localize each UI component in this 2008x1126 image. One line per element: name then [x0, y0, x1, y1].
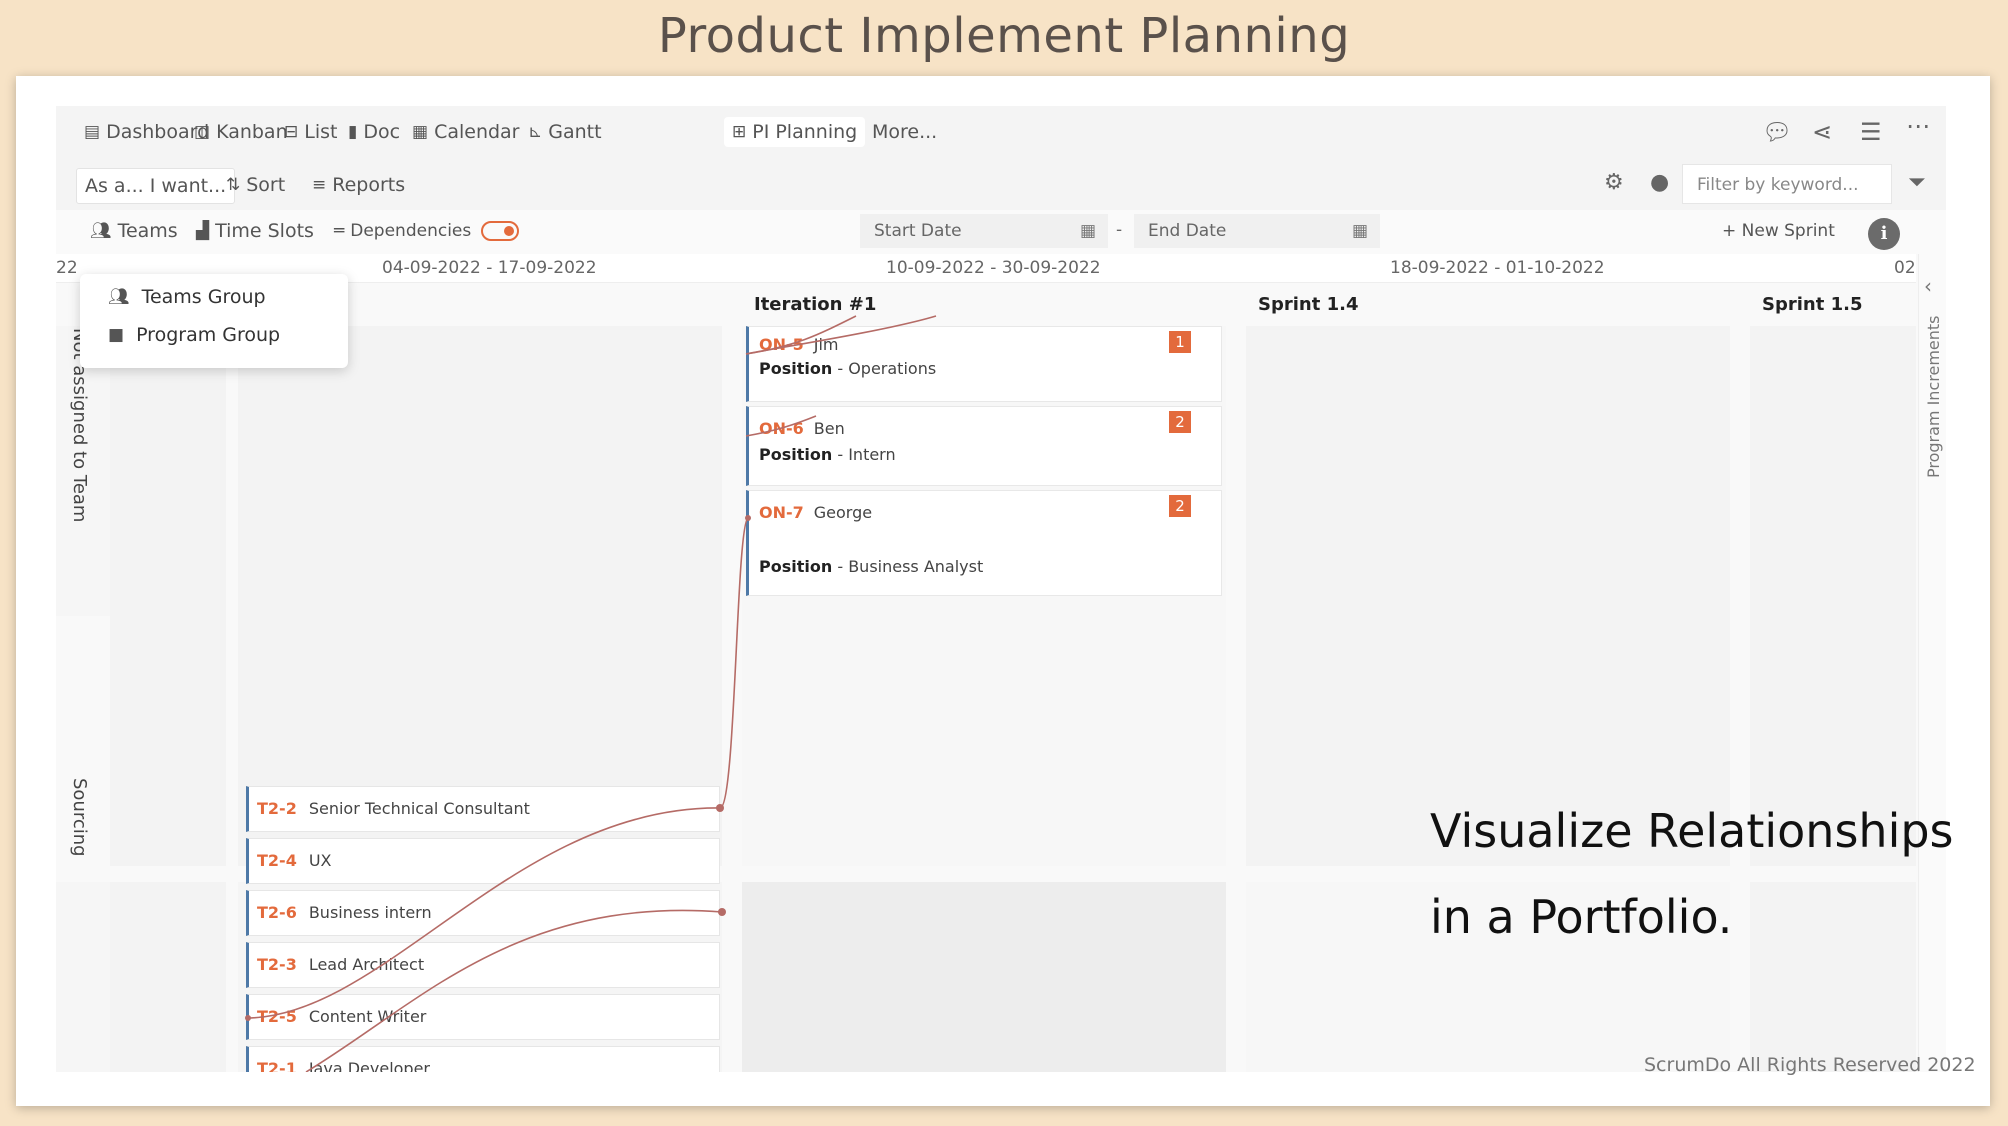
dropdown-item-teams-group[interactable]: 👥︎ Teams Group [108, 286, 266, 308]
dependency-line[interactable] [745, 415, 817, 437]
dependency-node [745, 515, 751, 521]
dropdown-item-program-group[interactable]: ■ Program Group [108, 324, 280, 346]
teams-icon: 👥︎ [108, 286, 130, 307]
dropdown-item-label: Teams Group [141, 286, 266, 308]
overlay-headline: in a Portfolio. [1430, 890, 1733, 944]
dependency-line[interactable] [745, 315, 937, 355]
dependency-node [716, 804, 724, 812]
chevron-left-icon[interactable]: ‹ [1924, 274, 1932, 298]
screenshot-frame: ▤ Dashboard ◫ Kanban ⊟ List ▮ Doc ▦ Cale… [16, 76, 1990, 1106]
program-increments-label: Program Increments [1924, 315, 1943, 479]
copyright: ScrumDo All Rights Reserved 2022 [1644, 1054, 1976, 1076]
dropdown-item-label: Program Group [136, 324, 281, 346]
dependency-node [245, 1015, 251, 1021]
overlay-headline: Visualize Relationships [1430, 804, 1954, 858]
folder-icon: ■ [108, 324, 125, 345]
dependency-line[interactable] [247, 807, 721, 1019]
dependency-node [718, 908, 726, 916]
teams-dropdown: 👥︎ Teams Group ■ Program Group [80, 274, 348, 368]
dependency-line[interactable] [719, 517, 749, 809]
dependency-line[interactable] [745, 315, 857, 355]
slide-title: Product Implement Planning [657, 8, 1351, 64]
dependency-line[interactable] [305, 909, 723, 1072]
